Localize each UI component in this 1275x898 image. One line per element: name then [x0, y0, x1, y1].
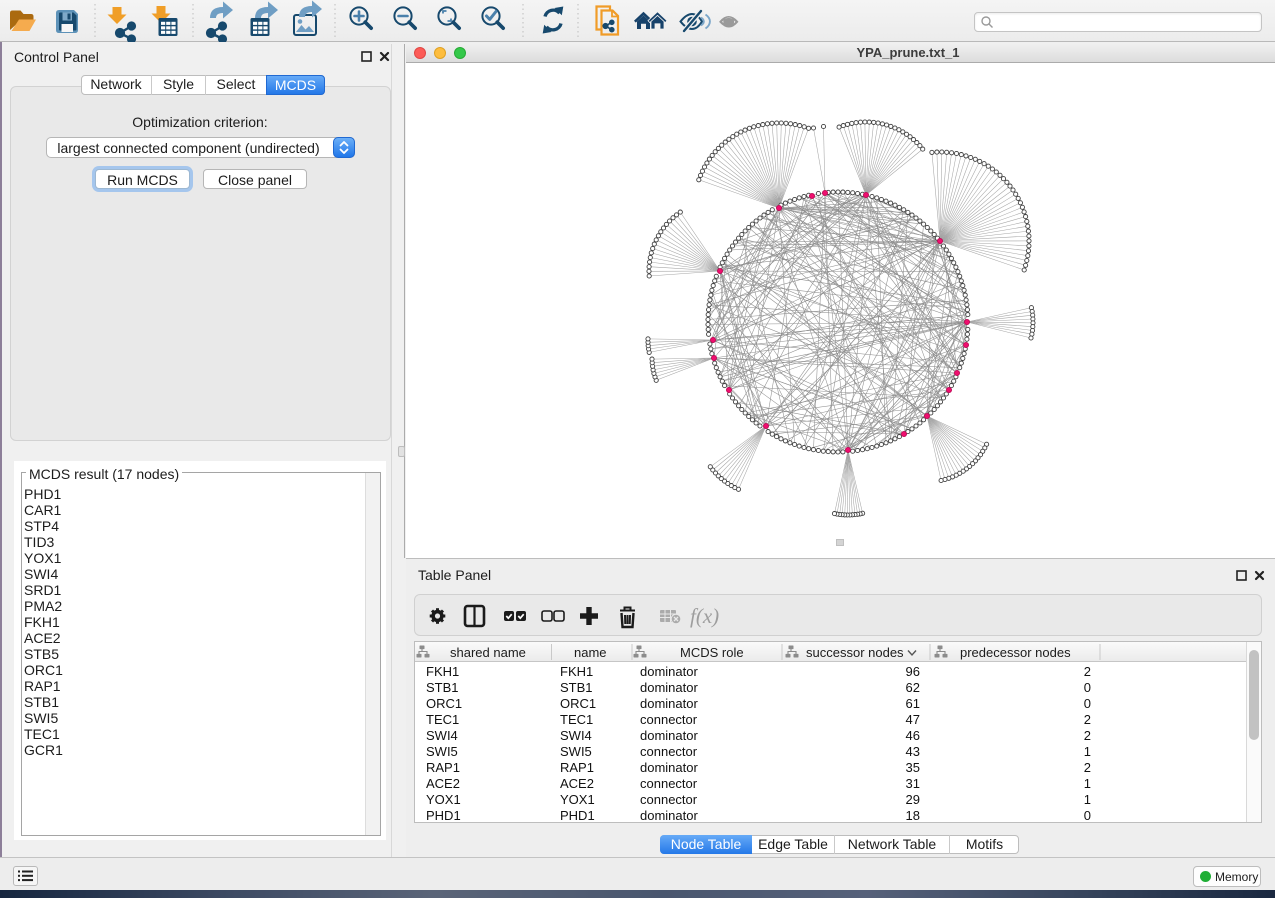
- svg-text:f(x): f(x): [690, 604, 719, 628]
